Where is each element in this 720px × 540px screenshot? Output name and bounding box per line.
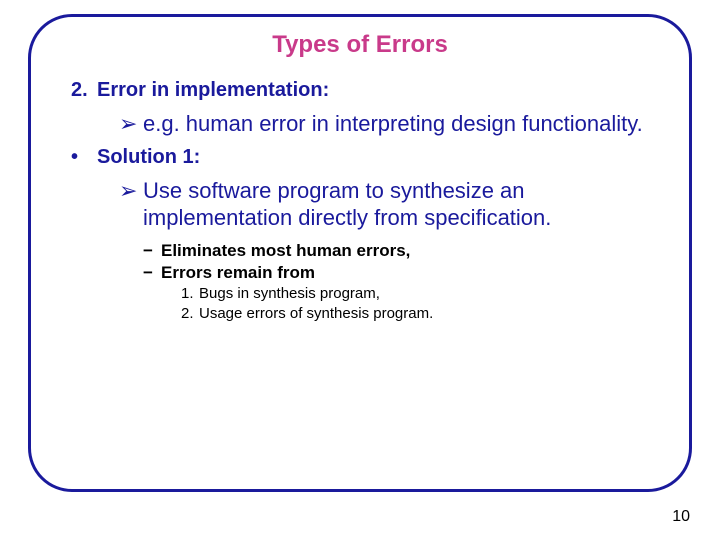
slide-frame: Types of Errors 2. Error in implementati… [28, 14, 692, 492]
dash-item-1-text: Eliminates most human errors, [161, 240, 410, 262]
solution-sub-text: Use software program to synthesize an im… [143, 177, 663, 232]
section-heading: 2. Error in implementation: [71, 79, 663, 102]
dot-bullet: • [71, 146, 97, 169]
solution-label: Solution 1: [97, 146, 200, 169]
section-sub-text: e.g. human error in interpreting design … [143, 110, 643, 138]
section-label: Error in implementation: [97, 79, 329, 102]
numbered-item-2: 2. Usage errors of synthesis program. [181, 304, 663, 324]
numbered-item-2-num: 2. [181, 304, 199, 324]
slide-title: Types of Errors [57, 31, 663, 59]
numbered-item-1: 1. Bugs in synthesis program, [181, 284, 663, 304]
numbered-item-1-text: Bugs in synthesis program, [199, 284, 380, 304]
dash-icon: − [143, 262, 161, 284]
numbered-item-2-text: Usage errors of synthesis program. [199, 304, 433, 324]
solution-sub: ➢ Use software program to synthesize an … [119, 177, 663, 232]
slide: Types of Errors 2. Error in implementati… [0, 0, 720, 540]
page-number: 10 [672, 508, 690, 526]
dash-item-2: − Errors remain from [143, 262, 663, 284]
arrow-icon: ➢ [119, 177, 143, 232]
section-number: 2. [71, 79, 97, 102]
section-sub: ➢ e.g. human error in interpreting desig… [119, 110, 663, 138]
solution-heading: • Solution 1: [71, 146, 663, 169]
arrow-icon: ➢ [119, 110, 143, 138]
dash-item-2-text: Errors remain from [161, 262, 315, 284]
dash-icon: − [143, 240, 161, 262]
dash-item-1: − Eliminates most human errors, [143, 240, 663, 262]
numbered-item-1-num: 1. [181, 284, 199, 304]
